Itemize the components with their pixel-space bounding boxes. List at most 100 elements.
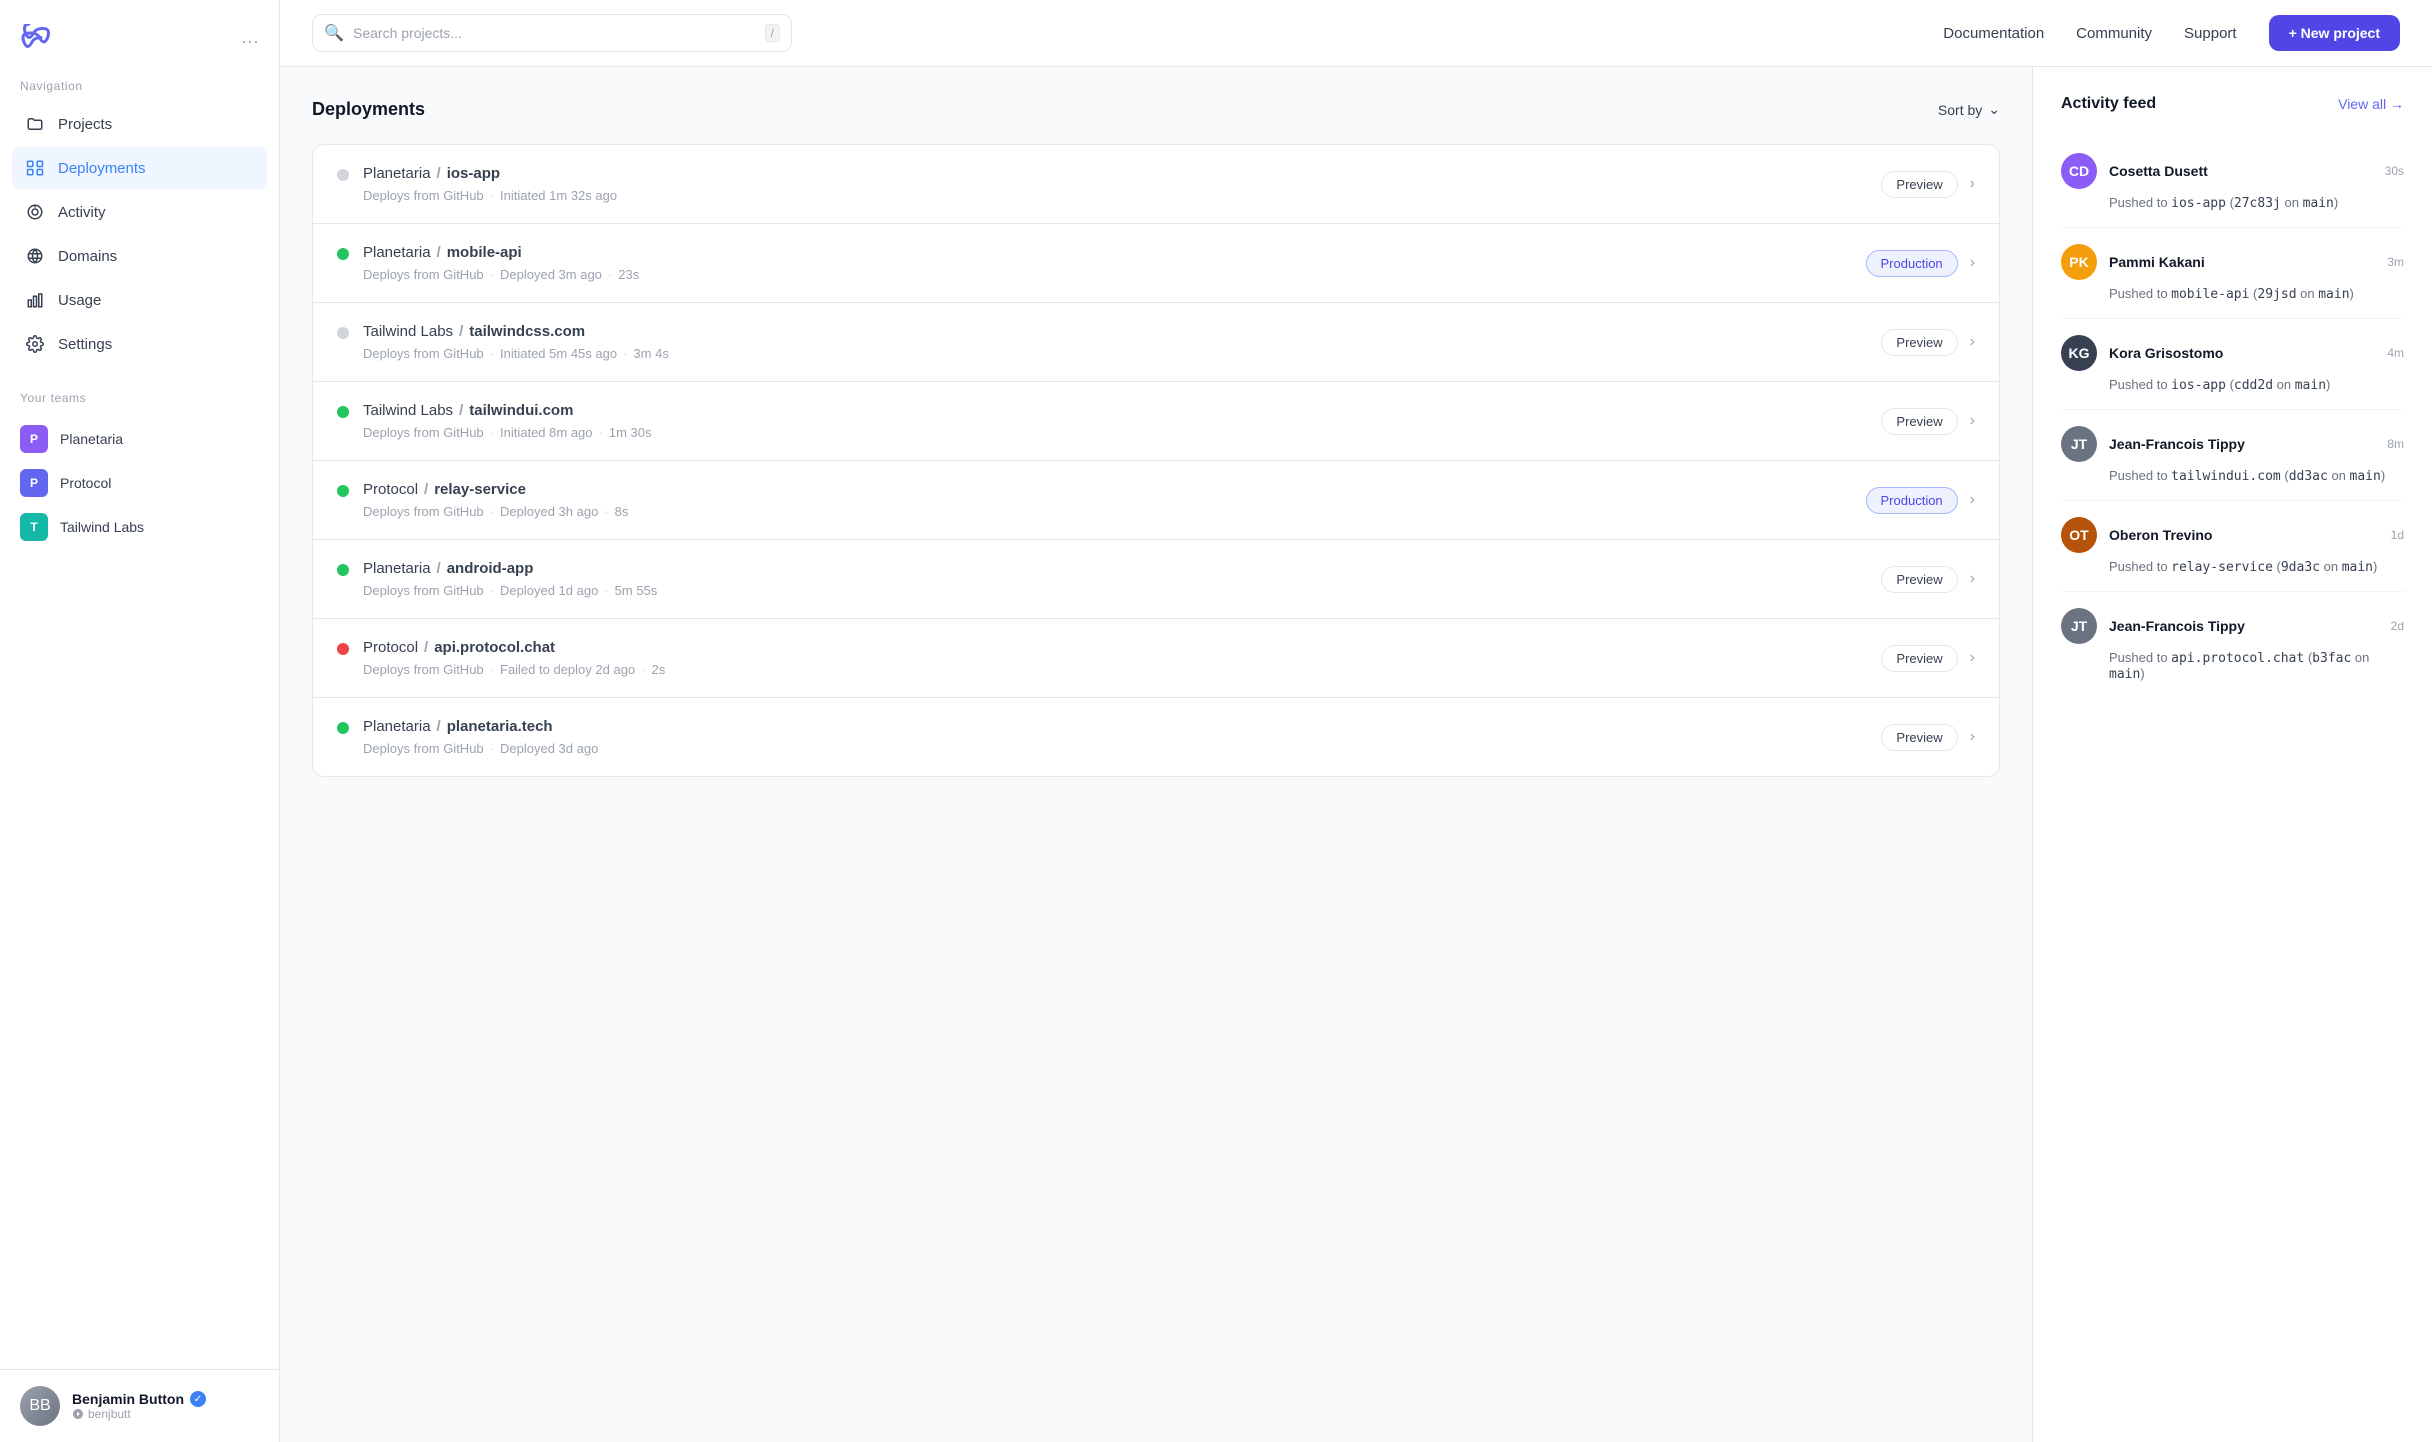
activity-avatar: JT [2061, 426, 2097, 462]
status-dot [337, 248, 349, 260]
deployment-left: Protocol / api.protocol.chat Deploys fro… [337, 639, 665, 677]
status-dot [337, 485, 349, 497]
main-content: 🔍 / Documentation Community Support + Ne… [280, 0, 2432, 1442]
deployment-item[interactable]: Planetaria / planetaria.tech Deploys fro… [312, 697, 2000, 777]
activity-branch: main [2342, 560, 2373, 575]
community-link[interactable]: Community [2076, 25, 2152, 42]
user-info: Benjamin Button ✓ benjbutt [72, 1391, 259, 1421]
activity-name-row: Jean-Francois Tippy 2d [2109, 618, 2404, 634]
deployment-right: Production › [1866, 487, 1975, 514]
activity-hash: cdd2d [2234, 378, 2273, 393]
deployment-time: Initiated 8m ago [500, 425, 593, 440]
support-link[interactable]: Support [2184, 25, 2237, 42]
status-dot [337, 406, 349, 418]
status-dot [337, 643, 349, 655]
deployment-right: Preview › [1881, 645, 1975, 672]
search-box: 🔍 / [312, 14, 792, 52]
activity-item: KG Kora Grisostomo 4m Pushed to ios-app … [2061, 319, 2404, 410]
sidebar-item-domains[interactable]: Domains [12, 235, 267, 277]
activity-name-row: Oberon Trevino 1d [2109, 527, 2404, 543]
activity-hash: b3fac [2312, 651, 2351, 666]
slash: / [459, 323, 463, 340]
deployment-right: Preview › [1881, 408, 1975, 435]
content-area: Deployments Sort by ⌄ Planetaria / ios-a… [280, 67, 2432, 1442]
slash: / [424, 481, 428, 498]
sidebar-item-settings[interactable]: Settings [12, 323, 267, 365]
deployment-repo: relay-service [434, 481, 526, 498]
avatar: BB [20, 1386, 60, 1426]
deployment-info: Planetaria / planetaria.tech Deploys fro… [363, 718, 598, 756]
globe-icon [24, 245, 46, 267]
team-item-tailwind[interactable]: T Tailwind Labs [20, 505, 259, 549]
deployment-badge: Production [1866, 487, 1958, 514]
activity-desc: Pushed to relay-service (9da3c on main) [2061, 559, 2404, 575]
activity-time: 4m [2387, 346, 2404, 360]
deployment-left: Planetaria / mobile-api Deploys from Git… [337, 244, 639, 282]
deployments-icon [24, 157, 46, 179]
activity-target: ios-app [2171, 378, 2226, 393]
deployment-info: Planetaria / ios-app Deploys from GitHub… [363, 165, 617, 203]
team-avatar-planetaria: P [20, 425, 48, 453]
deployment-name: Planetaria / planetaria.tech [363, 718, 598, 735]
deployment-left: Planetaria / ios-app Deploys from GitHub… [337, 165, 617, 203]
avatar-img: KG [2061, 335, 2097, 371]
sidebar-item-activity[interactable]: Activity [12, 191, 267, 233]
deployment-badge: Preview [1881, 566, 1957, 593]
team-item-protocol[interactable]: P Protocol [20, 461, 259, 505]
activity-desc: Pushed to api.protocol.chat (b3fac on ma… [2061, 650, 2404, 682]
sidebar-menu-dots[interactable]: ··· [241, 31, 259, 52]
deployment-item[interactable]: Protocol / relay-service Deploys from Gi… [312, 460, 2000, 539]
view-all-link[interactable]: View all → [2338, 96, 2404, 112]
deployment-item[interactable]: Protocol / api.protocol.chat Deploys fro… [312, 618, 2000, 697]
activity-desc: Pushed to mobile-api (29jsd on main) [2061, 286, 2404, 302]
sort-by-button[interactable]: Sort by ⌄ [1938, 101, 2000, 118]
search-input[interactable] [312, 14, 792, 52]
activity-name-row: Jean-Francois Tippy 8m [2109, 436, 2404, 452]
activity-branch: main [2350, 469, 2381, 484]
deployment-source: Deploys from GitHub [363, 662, 484, 677]
deployment-item[interactable]: Tailwind Labs / tailwindui.com Deploys f… [312, 381, 2000, 460]
main-nav: Projects Deployments Activity Domains [0, 103, 279, 367]
team-item-planetaria[interactable]: P Planetaria [20, 417, 259, 461]
sort-chevron-icon: ⌄ [1988, 101, 2000, 118]
deployment-repo: android-app [447, 560, 534, 577]
new-project-button[interactable]: + New project [2269, 15, 2400, 51]
activity-avatar: CD [2061, 153, 2097, 189]
deployment-info: Tailwind Labs / tailwindui.com Deploys f… [363, 402, 652, 440]
slash: / [424, 639, 428, 656]
deployment-left: Planetaria / android-app Deploys from Gi… [337, 560, 657, 598]
deployment-item[interactable]: Tailwind Labs / tailwindcss.com Deploys … [312, 302, 2000, 381]
activity-target: api.protocol.chat [2171, 651, 2304, 666]
documentation-link[interactable]: Documentation [1943, 25, 2044, 42]
deployment-project: Planetaria [363, 244, 431, 261]
deployment-item[interactable]: Planetaria / mobile-api Deploys from Git… [312, 223, 2000, 302]
slash: / [437, 165, 441, 182]
deployment-meta: Deploys from GitHub · Initiated 8m ago ·… [363, 425, 652, 440]
deployment-name: Planetaria / ios-app [363, 165, 617, 182]
sidebar-item-usage[interactable]: Usage [12, 279, 267, 321]
sidebar-domains-label: Domains [58, 248, 117, 265]
settings-icon [24, 333, 46, 355]
slash: / [437, 560, 441, 577]
activity-item: JT Jean-Francois Tippy 8m Pushed to tail… [2061, 410, 2404, 501]
deployment-source: Deploys from GitHub [363, 346, 484, 361]
activity-top: PK Pammi Kakani 3m [2061, 244, 2404, 280]
deployment-right: Preview › [1881, 566, 1975, 593]
team-label-tailwind: Tailwind Labs [60, 519, 144, 535]
chevron-right-icon: › [1970, 333, 1975, 351]
deployment-item[interactable]: Planetaria / android-app Deploys from Gi… [312, 539, 2000, 618]
sidebar-item-projects[interactable]: Projects [12, 103, 267, 145]
activity-top: JT Jean-Francois Tippy 8m [2061, 426, 2404, 462]
sidebar-item-deployments[interactable]: Deployments [12, 147, 267, 189]
deployment-badge: Preview [1881, 329, 1957, 356]
activity-user: Jean-Francois Tippy [2109, 618, 2245, 634]
deployment-item[interactable]: Planetaria / ios-app Deploys from GitHub… [312, 144, 2000, 223]
deployment-name: Tailwind Labs / tailwindui.com [363, 402, 652, 419]
deployment-source: Deploys from GitHub [363, 188, 484, 203]
activity-time: 3m [2387, 255, 2404, 269]
activity-item: JT Jean-Francois Tippy 2d Pushed to api.… [2061, 592, 2404, 698]
activity-name-row: Pammi Kakani 3m [2109, 254, 2404, 270]
team-avatar-protocol: P [20, 469, 48, 497]
deployment-info: Planetaria / android-app Deploys from Gi… [363, 560, 657, 598]
slash: / [459, 402, 463, 419]
